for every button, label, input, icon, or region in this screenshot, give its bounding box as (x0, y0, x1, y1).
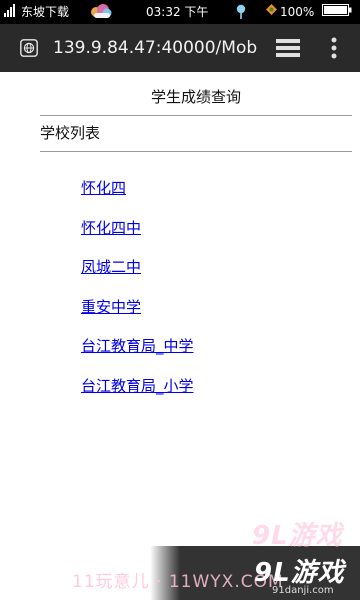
location-pin-icon (236, 4, 246, 19)
school-link[interactable]: 怀化四 (81, 179, 126, 197)
alert-icon (266, 4, 277, 15)
section-title: 学校列表 (40, 124, 101, 142)
signal-icon (4, 4, 15, 17)
status-bar: 东坡下载 03:32 下午 100% (0, 0, 360, 24)
watermark-logo: 9L游戏 (254, 558, 345, 588)
tabs-icon[interactable] (276, 38, 300, 58)
section-divider (40, 151, 352, 152)
list-item: 台江教育局_中学 (81, 336, 194, 376)
watermark-domain: 91danji.com (272, 585, 334, 596)
address-bar[interactable]: 139.9.84.47:40000/Mobil (53, 37, 258, 59)
page-title: 学生成绩查询 (150, 88, 241, 106)
carrier-label: 东坡下载 (21, 5, 70, 19)
list-item: 台江教育局_小学 (81, 376, 194, 416)
browser-toolbar: 139.9.84.47:40000/Mobil (0, 24, 360, 72)
watermark-logo: 9L游戏 (252, 521, 343, 551)
site-icon[interactable] (20, 39, 38, 57)
school-link[interactable]: 凤城二中 (81, 258, 141, 276)
battery-label: 100% (280, 5, 315, 19)
school-link[interactable]: 重安中学 (81, 298, 141, 316)
weather-icon (91, 4, 112, 18)
list-item: 重安中学 (81, 297, 194, 337)
title-divider (40, 115, 352, 116)
list-item: 凤城二中 (81, 257, 194, 297)
school-link[interactable]: 怀化四中 (81, 219, 141, 237)
school-link[interactable]: 台江教育局_小学 (81, 377, 194, 395)
school-list: 怀化四 怀化四中 凤城二中 重安中学 台江教育局_中学 台江教育局_小学 (81, 178, 194, 415)
phone-screen: 东坡下载 03:32 下午 100% 139.9.84.47:40000/Mob… (0, 0, 360, 600)
overflow-menu-icon[interactable] (330, 37, 338, 59)
school-link[interactable]: 台江教育局_中学 (81, 337, 194, 355)
watermark-footer: 11玩意儿 · 11WYX.COM (72, 572, 284, 592)
battery-icon (322, 4, 352, 16)
list-item: 怀化四 (81, 178, 194, 218)
list-item: 怀化四中 (81, 218, 194, 258)
clock-label: 03:32 下午 (146, 5, 209, 19)
